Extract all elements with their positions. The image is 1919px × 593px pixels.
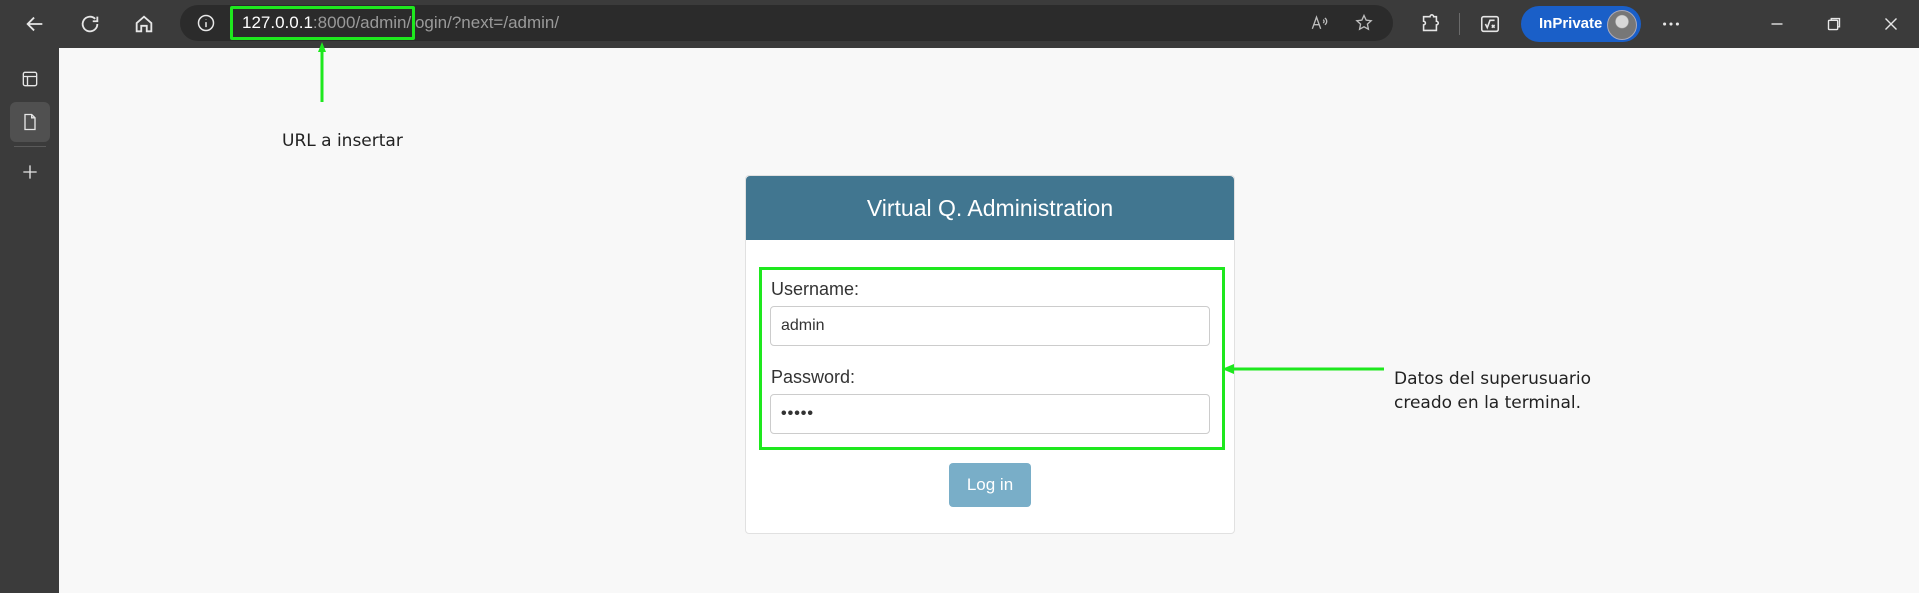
more-options-icon[interactable] — [1655, 8, 1687, 40]
credentials-annotation-line2: creado en la terminal. — [1394, 393, 1582, 413]
sidebar-divider — [14, 146, 46, 147]
site-title: Virtual Q. Administration — [746, 176, 1234, 240]
tab-actions-icon[interactable] — [10, 59, 50, 99]
browser-sidebar — [0, 48, 59, 593]
url-highlight-box — [230, 6, 415, 40]
favorites-star-icon[interactable] — [1351, 11, 1377, 35]
url-annotation-arrow — [318, 42, 326, 102]
login-button[interactable]: Log in — [949, 463, 1031, 507]
restore-icon[interactable] — [1818, 8, 1850, 40]
site-info-icon[interactable] — [194, 11, 218, 35]
toolbar-separator — [1459, 13, 1460, 35]
credentials-annotation-text: Datos del superusuario creado en la term… — [1394, 367, 1591, 415]
avatar — [1607, 10, 1637, 40]
page-tab-icon[interactable] — [10, 102, 50, 142]
minimize-icon[interactable] — [1761, 8, 1793, 40]
extensions-puzzle-icon[interactable] — [1414, 8, 1446, 40]
math-solver-icon[interactable] — [1474, 8, 1506, 40]
url-annotation-text: URL a insertar — [282, 131, 403, 151]
refresh-icon[interactable] — [74, 8, 106, 40]
username-label: Username: — [771, 279, 860, 299]
close-icon[interactable] — [1875, 8, 1907, 40]
password-field[interactable]: ••••• — [770, 394, 1210, 434]
credentials-annotation-line1: Datos del superusuario — [1394, 369, 1592, 389]
inprivate-profile-button[interactable]: InPrivate — [1521, 6, 1641, 42]
inprivate-label: InPrivate — [1539, 15, 1603, 32]
home-icon[interactable] — [128, 8, 160, 40]
password-label: Password: — [771, 367, 856, 387]
login-card: Virtual Q. Administration Username: admi… — [745, 175, 1235, 534]
credentials-annotation-arrow — [1222, 364, 1384, 374]
read-aloud-icon[interactable] — [1306, 11, 1332, 35]
back-arrow-icon[interactable] — [19, 8, 51, 40]
new-tab-plus-icon[interactable] — [10, 152, 50, 192]
username-field[interactable]: admin — [770, 306, 1210, 346]
